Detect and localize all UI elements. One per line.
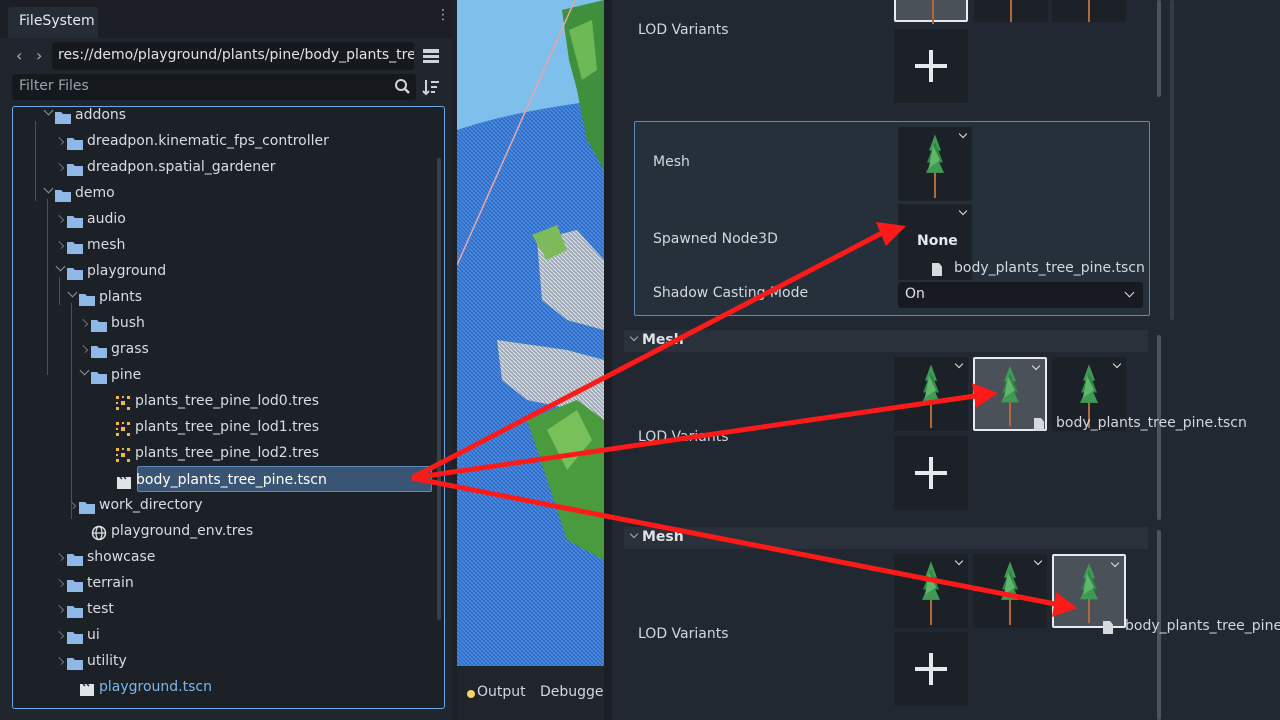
- arrowhead: [1052, 592, 1077, 617]
- arrowhead: [972, 383, 998, 408]
- arrow-to-spawned-node: [410, 229, 886, 481]
- arrow-to-lod1: [411, 393, 976, 481]
- annotation-arrows: [410, 222, 1077, 617]
- arrow-to-lod2: [411, 475, 1056, 607]
